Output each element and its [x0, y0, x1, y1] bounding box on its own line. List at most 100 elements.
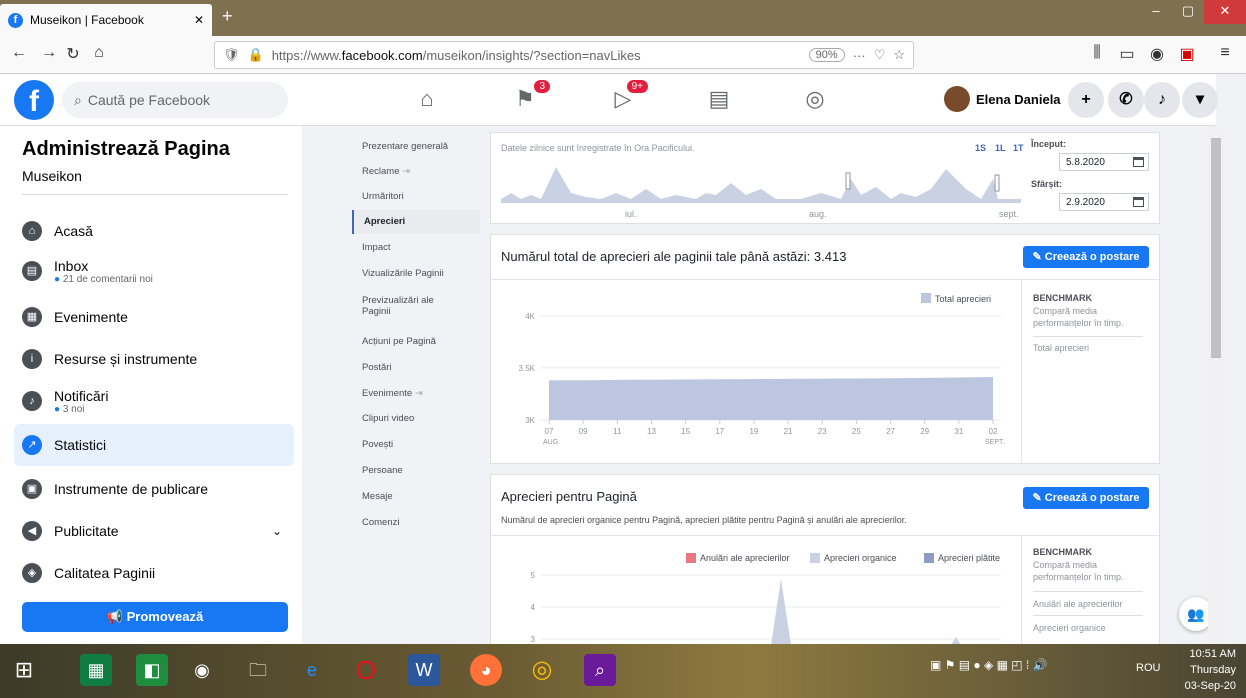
chevron-down-icon[interactable]: ⌄ [272, 524, 282, 538]
total-likes-chart[interactable]: 3K 3.5K 4K 07 09 11 13 15 17 19 21 23 25 27 29 31 02 AUG.… [501, 285, 1011, 463]
store-icon[interactable]: ◧ [136, 654, 168, 686]
language-indicator[interactable]: ROU [1136, 662, 1160, 674]
insights-nav-people[interactable]: Persoane [362, 465, 472, 476]
insights-nav-actions[interactable]: Acțiuni pe Pagină [362, 336, 472, 347]
opera-icon[interactable]: O [350, 654, 382, 686]
insights-nav-orders[interactable]: Comenzi [362, 517, 472, 528]
profile-link[interactable]: Elena Daniela [944, 86, 1061, 112]
create-icon[interactable]: + [1068, 82, 1104, 118]
promote-button[interactable]: 📢 Promovează [22, 602, 288, 632]
sidebar-toggle-icon[interactable]: ▭ [1116, 44, 1138, 64]
address-bar[interactable]: 🛡 🔒 https://www.facebook.com/museikon/in… [214, 41, 914, 69]
messenger-icon[interactable]: ✆ [1108, 82, 1144, 118]
sidebar-item-label: Statistici [54, 437, 107, 453]
insights-nav-overview[interactable]: Prezentare generală [362, 141, 472, 152]
sidebar-item-home[interactable]: ⌂ Acasă [14, 210, 294, 252]
insights-icon: ↗ [22, 435, 42, 455]
bookmark-star-icon[interactable]: ☆ [893, 47, 905, 63]
browser-tab[interactable]: f Museikon | Facebook ✕ [0, 4, 212, 36]
calculator-icon[interactable]: ▦ [80, 654, 112, 686]
insights-nav-followers[interactable]: Urmăritori [362, 191, 472, 202]
watch-nav-icon[interactable]: ▷ 9+ [608, 80, 648, 112]
sidebar-item-sub: ● 3 noi [54, 403, 85, 415]
media-player-icon[interactable]: ◉ [186, 654, 218, 686]
windows-start-icon[interactable]: ⊞ [8, 654, 40, 686]
reload-icon[interactable]: ↻ [62, 44, 84, 64]
close-window-icon[interactable]: ✕ [1204, 0, 1246, 24]
sidebar-item-inbox[interactable]: ▤ Inbox ● 21 de comentarii noi [14, 250, 294, 292]
benchmark-item[interactable]: Total aprecieri [1033, 343, 1089, 353]
sidebar-item-notifications[interactable]: ♪ Notificări ● 3 noi [14, 380, 294, 422]
marketplace-nav-icon[interactable]: ▤ [704, 86, 734, 112]
x-tick-label: 23 [818, 427, 827, 436]
start-date-input[interactable]: 5.8.2020 [1059, 153, 1149, 171]
sidebar-item-page-quality[interactable]: ◈ Calitatea Paginii [14, 552, 294, 594]
maximize-icon[interactable]: ▢ [1172, 0, 1204, 24]
sidebar-item-resources[interactable]: i Resurse și instrumente [14, 338, 294, 380]
search-app-icon[interactable]: ⌕ [584, 654, 616, 686]
period-1t[interactable]: 1T [1013, 143, 1024, 153]
groups-nav-icon[interactable]: ◎ [800, 86, 830, 112]
page-likes-chart[interactable]: 3 4 5 Anulări ale aprecierilor Aprecieri org… [501, 539, 1011, 645]
system-clock[interactable]: 10:51 AM Thursday 03-Sep-20 [1185, 646, 1236, 694]
chrome-icon[interactable]: ◎ [526, 654, 558, 686]
file-explorer-icon[interactable]: 🗀 [242, 654, 274, 686]
home-icon[interactable]: ⌂ [88, 44, 110, 62]
insights-nav-page-views[interactable]: Vizualizările Paginii [362, 268, 472, 279]
word-icon[interactable]: W [408, 654, 440, 686]
sidebar-item-label: Instrumente de publicare [54, 481, 209, 497]
page-likes-title: Aprecieri pentru Pagină [501, 489, 637, 504]
library-icon[interactable]: ⫼ [1086, 44, 1108, 62]
create-post-button[interactable]: ✎ Creează o postare [1023, 487, 1149, 509]
period-1l[interactable]: 1L [995, 143, 1006, 153]
account-icon[interactable]: ◉ [1146, 44, 1168, 64]
bell-icon: ♪ [22, 391, 42, 411]
scrollbar-thumb[interactable] [1211, 138, 1221, 358]
pages-nav-icon[interactable]: ⚑ 3 [510, 80, 550, 112]
insights-nav-stories[interactable]: Povești [362, 439, 472, 450]
facebook-logo-icon[interactable]: f [14, 80, 54, 120]
insights-nav-ads[interactable]: Reclame ⇥ [362, 166, 472, 177]
notifications-bell-icon[interactable]: ♪ [1144, 82, 1180, 118]
close-tab-icon[interactable]: ✕ [194, 13, 204, 27]
shield-icon[interactable]: 🛡 [223, 47, 240, 63]
overview-sparkline[interactable] [501, 159, 1021, 211]
page-name[interactable]: Museikon [22, 168, 82, 184]
start-label: Început: [1031, 139, 1066, 149]
insights-nav-events[interactable]: Evenimente ⇥ [362, 388, 472, 399]
create-post-button[interactable]: ✎ Creează o postare [1023, 246, 1149, 268]
menu-icon[interactable]: ≡ [1214, 44, 1236, 62]
period-1s[interactable]: 1S [975, 143, 986, 153]
insights-nav-posts[interactable]: Postări [362, 362, 472, 373]
firefox-icon[interactable]: ◕ [470, 654, 502, 686]
end-date-input[interactable]: 2.9.2020 [1059, 193, 1149, 211]
forward-icon[interactable]: → [38, 44, 60, 62]
sidebar-item-label: Calitatea Paginii [54, 565, 156, 581]
insights-nav-page-previews[interactable]: Previzualizări ale Paginii [362, 295, 462, 317]
benchmark-item[interactable]: Anulări ale aprecierilor [1033, 599, 1123, 609]
benchmark-item[interactable]: Aprecieri organice [1033, 623, 1106, 633]
sidebar-item-ads[interactable]: ◀ Publicitate ⌄ [14, 510, 294, 552]
sidebar-item-events[interactable]: ▦ Evenimente [14, 296, 294, 338]
insights-nav-reach[interactable]: Impact [362, 242, 472, 253]
extension-icon[interactable]: ▣ [1176, 44, 1198, 64]
home-nav-icon[interactable]: ⌂ [412, 86, 442, 112]
sidebar-item-insights[interactable]: ↗ Statistici [14, 424, 294, 466]
sidebar-item-publishing-tools[interactable]: ▣ Instrumente de publicare [14, 468, 294, 510]
search-input[interactable]: ⌕ Caută pe Facebook [62, 82, 288, 118]
insights-nav-likes[interactable]: Aprecieri [352, 210, 480, 234]
y-tick-label: 5 [531, 571, 536, 580]
account-menu-icon[interactable]: ▾ [1182, 82, 1218, 118]
tray-icons[interactable]: ▣ ⚑ ▤ ● ◈ ▦ ◰ ⁞ 🔊 [930, 658, 1048, 672]
pocket-icon[interactable]: ♡ [874, 47, 886, 63]
internet-explorer-icon[interactable]: e [296, 654, 328, 686]
minimize-icon[interactable]: – [1140, 0, 1172, 24]
page-actions-icon[interactable]: ··· [853, 48, 866, 63]
insights-nav-messages[interactable]: Mesaje [362, 491, 472, 502]
page-scrollbar[interactable] [1208, 126, 1224, 644]
inbox-icon: ▤ [22, 261, 42, 281]
new-tab-button[interactable]: + [222, 6, 233, 27]
back-icon[interactable]: ← [8, 44, 30, 62]
insights-nav-videos[interactable]: Clipuri video [362, 413, 472, 424]
zoom-level[interactable]: 90% [808, 48, 845, 62]
